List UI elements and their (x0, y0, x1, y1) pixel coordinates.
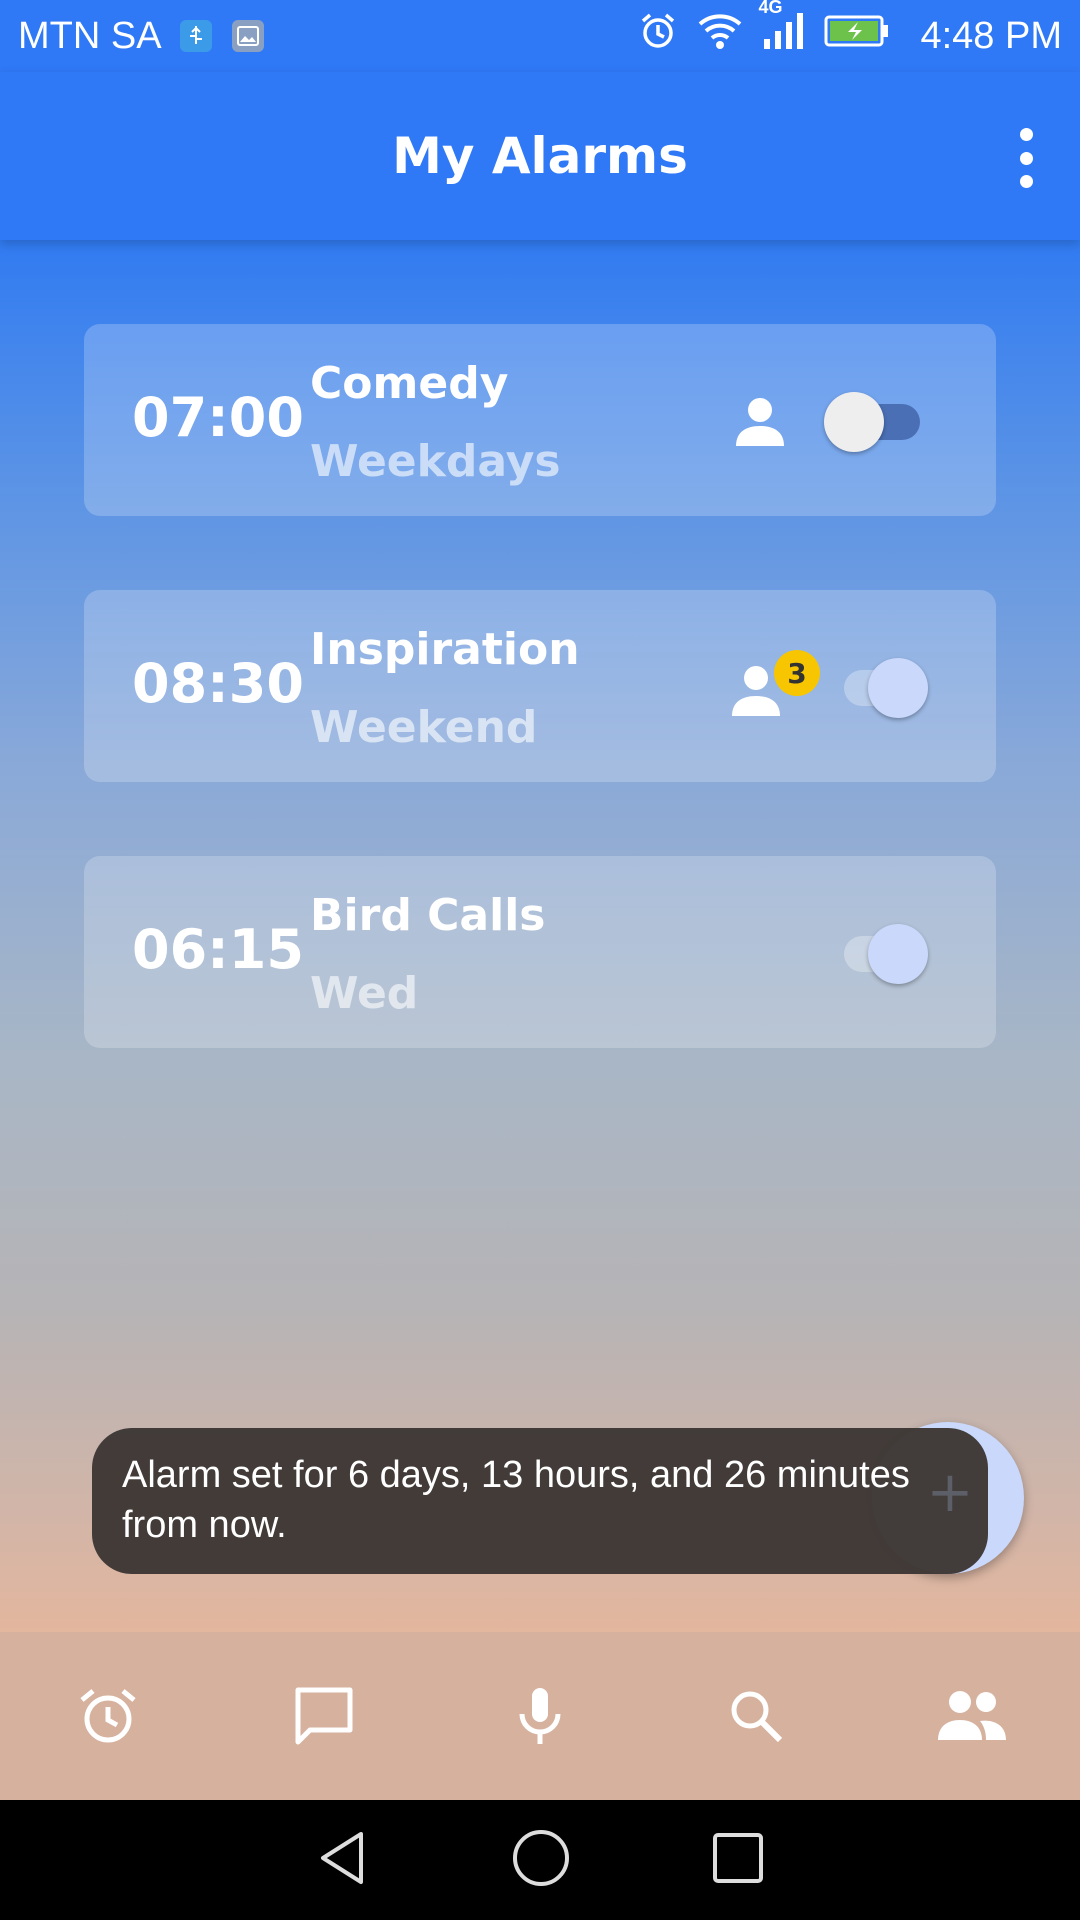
nav-search-icon[interactable] (701, 1661, 811, 1771)
image-icon (231, 20, 264, 52)
page-title: My Alarms (392, 127, 688, 185)
usb-icon (179, 20, 212, 52)
nav-alarm-icon[interactable] (53, 1661, 163, 1771)
battery-charging-icon (824, 14, 890, 58)
toast-message: Alarm set for 6 days, 13 hours, and 26 m… (92, 1428, 988, 1574)
clock-label: 4:48 PM (920, 14, 1062, 57)
back-icon[interactable] (315, 1828, 371, 1892)
alarm-days: Wed (310, 968, 419, 1019)
shared-count-badge: 3 (774, 650, 820, 696)
app-bar: My Alarms (0, 72, 1080, 240)
nav-chat-icon[interactable] (269, 1661, 379, 1771)
alarm-name: Inspiration (310, 624, 580, 675)
system-nav-bar (0, 1800, 1080, 1920)
alarm-card[interactable]: 08:30 Inspiration Weekend 3 (84, 590, 996, 782)
alarm-card[interactable]: 06:15 Bird Calls Wed (84, 856, 996, 1048)
alarm-toggle[interactable] (824, 914, 934, 990)
alarm-days: Weekdays (310, 436, 561, 487)
alarm-card[interactable]: 07:00 Comedy Weekdays (84, 324, 996, 516)
alarm-toggle[interactable] (824, 648, 934, 724)
alarm-time: 07:00 (132, 386, 304, 449)
alarm-time: 06:15 (132, 918, 304, 981)
person-icon[interactable] (732, 394, 788, 450)
alarm-toggle[interactable] (824, 382, 934, 458)
home-icon[interactable] (511, 1828, 571, 1892)
alarm-name: Comedy (310, 358, 509, 409)
network-type-label: 4G (758, 0, 783, 17)
alarm-icon (638, 11, 678, 61)
wifi-icon (696, 12, 744, 60)
alarm-days: Weekend (310, 702, 538, 753)
alarm-name: Bird Calls (310, 890, 546, 941)
plus-icon[interactable]: + (920, 1460, 980, 1525)
alarm-time: 08:30 (132, 652, 304, 715)
signal-icon: 4G (758, 0, 806, 61)
status-bar: MTN SA 4G 4:48 PM (0, 0, 1080, 72)
carrier-label: MTN SA (18, 14, 162, 57)
nav-mic-icon[interactable] (485, 1661, 595, 1771)
recents-icon[interactable] (711, 1831, 765, 1889)
bottom-nav (0, 1632, 1080, 1800)
overflow-menu-icon[interactable] (1006, 128, 1046, 188)
nav-people-icon[interactable] (917, 1661, 1027, 1771)
